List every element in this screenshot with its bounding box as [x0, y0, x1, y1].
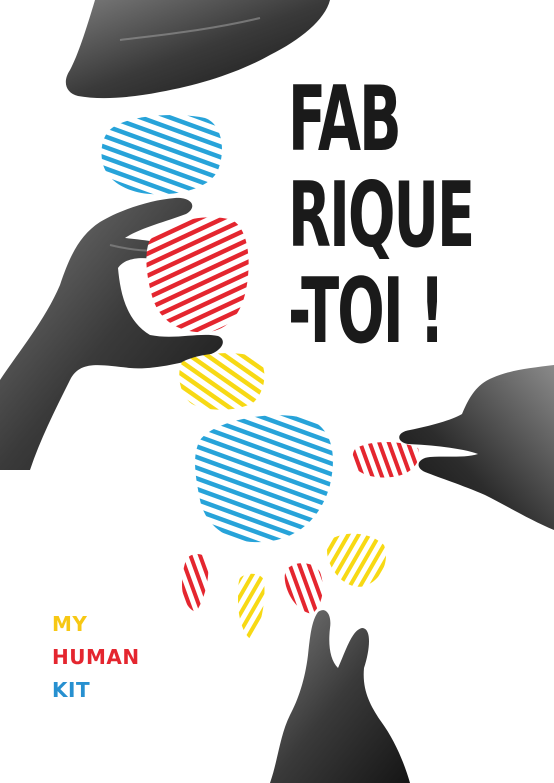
brand-logo: MY HUMAN KIT — [52, 608, 140, 707]
brand-word-human: HUMAN — [52, 645, 140, 669]
fingerprint-fingers — [182, 533, 386, 640]
headline-line-1: FAB — [288, 67, 402, 172]
poster: FAB RIQUE -TOI ! MY HUMAN KIT — [0, 0, 554, 783]
headline-line-2: RIQUE — [288, 163, 475, 268]
hand-bottom-photo — [270, 610, 410, 783]
fingerprint-head — [101, 115, 222, 195]
headline: FAB RIQUE -TOI ! — [288, 67, 475, 364]
fingerprint-pelvis — [195, 415, 333, 543]
brand-word-my: MY — [52, 612, 88, 636]
fingerprint-neck — [146, 217, 249, 333]
fingerprint-hand — [352, 442, 420, 478]
hand-right-photo — [399, 365, 554, 530]
brand-word-kit: KIT — [52, 678, 91, 702]
fingerprint-torso — [179, 353, 265, 410]
headline-line-3: -TOI ! — [288, 259, 445, 364]
